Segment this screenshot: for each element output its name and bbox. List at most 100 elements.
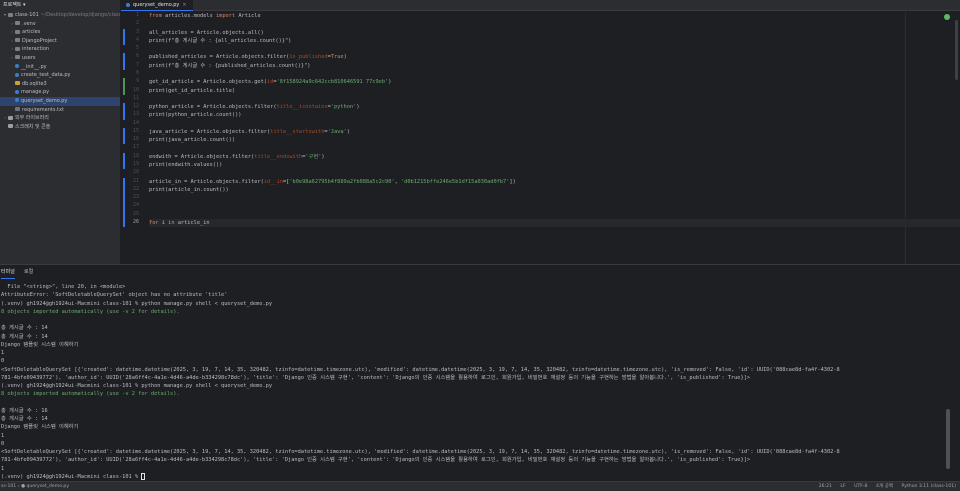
code-token: 'b0e98a62795b4f889a2fb088a5c2c90'	[289, 178, 395, 185]
code-line[interactable]: python_article = Article.objects.filter(…	[149, 103, 360, 111]
code-line[interactable]: from articles.models import Article	[149, 12, 261, 20]
code-line[interactable]: print(python_article.count())	[149, 111, 241, 119]
terminal-line: 총 게시글 수 : 14	[1, 333, 941, 341]
code-line[interactable]: print(article_in.count())	[149, 186, 229, 194]
code-line[interactable]: print(f"총 게시글 수 : {published_articles.co…	[149, 62, 311, 70]
code-line[interactable]: java_article = Article.objects.filter(ti…	[149, 128, 350, 136]
tree-item[interactable]: ▾ class-101 ~/Desktop/develop/django/clas…	[0, 11, 120, 20]
vcs-change-marker[interactable]	[123, 127, 125, 145]
code-token: 'python'	[330, 104, 357, 111]
tree-item[interactable]: queryset_demo.py	[0, 96, 120, 106]
terminal-line: 0	[1, 440, 941, 448]
code-line[interactable]: print(f"총 게시글 수 : {all_articles.count()}…	[149, 37, 291, 45]
code-line[interactable]: endwith = Article.objects.filter(title__…	[149, 153, 325, 161]
tree-item[interactable]: › users	[0, 54, 120, 63]
vcs-change-marker[interactable]	[123, 103, 125, 120]
line-number-gutter[interactable]: 1 2 3 4 5 6 7 8 9 10 11 12 13 14 15 16 17 18 19 20 21 22 23 24 2…	[121, 12, 149, 264]
terminal-line: 781-4bfe09439772'), 'author_id': UUID('2…	[1, 374, 941, 382]
terminal-line: 총 게시글 수 : 14	[1, 324, 941, 332]
tree-item[interactable]: requirements.txt	[0, 106, 120, 115]
status-widgets: 26:21 LF UTF-8 4개 공백 Python 3.11 (class-…	[812, 482, 956, 491]
line-number: 14	[132, 119, 139, 126]
code-token: endwith = Article.objects.filter(	[149, 153, 255, 160]
code-line[interactable]: all_articles = Article.objects.all()	[149, 29, 264, 37]
editor-area: queryset_demo.py × 1 2 3 4 5 6 7 8 9 10 11 12 13 14 15 1…	[121, 0, 960, 264]
terminal-line: 1	[1, 432, 941, 440]
terminal-panel: 터미널 로컬 File "<string>", line 20, in <mod…	[0, 264, 960, 481]
code-token: '8f158924a9c642ccb810646591 77c9eb'	[276, 79, 389, 86]
tree-item-label: 외부 라이브러리	[15, 115, 49, 122]
code-token: print(article_in.count())	[149, 186, 229, 193]
terminal-line: 총 게시글 수 : 16	[1, 407, 941, 415]
code-token: articles.models	[164, 13, 216, 19]
tree-item-label: create_test_data.py	[21, 72, 71, 79]
tree-item-label: requirements.txt	[22, 106, 64, 113]
line-separator[interactable]: LF	[840, 484, 845, 489]
code-token: Article	[238, 13, 261, 19]
vcs-change-marker[interactable]	[123, 78, 125, 95]
code-line[interactable]: print(get_id_article.title)	[149, 87, 235, 95]
tree-item[interactable]: › .venv	[0, 20, 120, 29]
terminal-text: File "<string>", line 20, in <module>	[1, 284, 126, 290]
terminal-text: 총 게시글 수 : 14	[1, 325, 48, 332]
terminal-line: 781-4bfe09439772'), 'author_id': UUID('2…	[1, 456, 941, 464]
terminal-line: AttributeError: 'SoftDeletableQuerySet' …	[1, 291, 941, 299]
editor-scrollbar[interactable]	[955, 20, 958, 80]
tree-item-label: interaction	[22, 46, 50, 53]
code-line[interactable]: get_id_article = Article.objects.get(id=…	[149, 78, 391, 86]
vcs-change-marker[interactable]	[123, 28, 125, 46]
terminal-text: 0	[1, 358, 5, 365]
folder-icon	[15, 55, 20, 60]
database-icon	[15, 81, 20, 86]
code-token: id__in	[263, 178, 283, 185]
tree-item-label: .venv	[22, 20, 36, 27]
vcs-change-marker[interactable]	[123, 152, 125, 170]
terminal-cursor[interactable]	[141, 472, 146, 480]
tree-item[interactable]: › DjangoProject	[0, 37, 120, 46]
terminal-text: (.venv) gh1924@gh1924ui-Macmini class-10…	[1, 300, 273, 307]
line-number: 2	[135, 20, 139, 27]
tree-item[interactable]: db.sqlite3	[0, 80, 120, 89]
vcs-change-marker[interactable]	[123, 177, 125, 228]
terminal-text: 1	[1, 350, 5, 356]
terminal-text: Django 템플릿 시스템 이해하기	[1, 424, 79, 431]
terminal-line: Django 템플릿 시스템 이해하기	[1, 423, 941, 431]
tab-local[interactable]: 로컬	[24, 265, 33, 279]
file-encoding[interactable]: UTF-8	[854, 484, 867, 489]
terminal-scrollbar[interactable]	[946, 409, 950, 469]
tree-item[interactable]: 스크래치 및 콘솔	[0, 123, 120, 132]
project-tree: ▾ class-101 ~/Desktop/develop/django/clas…	[0, 11, 120, 131]
code-token: '구현'	[305, 153, 322, 160]
tree-item[interactable]: manage.py	[0, 88, 120, 97]
terminal-text: (.venv) gh1924@gh1924ui-Macmini class-10…	[1, 383, 273, 389]
folder-icon	[15, 38, 20, 43]
code-line[interactable]: print(java_article.count())	[149, 136, 235, 144]
line-number: 11	[132, 94, 139, 101]
caret-position[interactable]: 26:21	[819, 484, 832, 489]
terminal-text: 781-4bfe09439772'), 'author_id': UUID('2…	[1, 374, 751, 381]
python-interpreter[interactable]: Python 3.11 (class-101)	[902, 484, 957, 489]
code-line[interactable]: article_in = Article.objects.filter(id__…	[149, 178, 516, 186]
code-token: article_in	[177, 220, 210, 226]
code-line[interactable]: print(endwith.values())	[149, 161, 222, 169]
tree-item[interactable]: › articles	[0, 28, 120, 37]
code-line[interactable]: published_articles = Article.objects.fil…	[149, 53, 347, 61]
project-panel-header[interactable]: 프로젝트 ▾	[0, 0, 120, 11]
tab-queryset-demo[interactable]: queryset_demo.py ×	[121, 0, 193, 11]
text-file-icon	[15, 107, 20, 112]
code-line[interactable]: for i in article_in	[149, 219, 210, 227]
vcs-change-marker[interactable]	[123, 53, 125, 70]
tree-item[interactable]: › 외부 라이브러리	[0, 114, 120, 123]
code-token: ])	[509, 178, 516, 185]
code-token: title__endswith	[254, 153, 303, 160]
no-problems-icon[interactable]	[944, 14, 950, 20]
tree-item[interactable]: create_test_data.py	[0, 71, 120, 80]
breadcrumb[interactable]: ss-101 › ● queryset_demo.py	[1, 482, 69, 491]
tab-terminal[interactable]: 터미널	[1, 265, 15, 279]
tree-item[interactable]: __init__.py	[0, 63, 120, 72]
terminal-line: <SoftDeletableQuerySet [{'created': date…	[1, 366, 941, 374]
indent-setting[interactable]: 4개 공백	[876, 484, 893, 489]
close-tab-icon[interactable]: ×	[182, 2, 186, 8]
tree-item[interactable]: › interaction	[0, 45, 120, 54]
